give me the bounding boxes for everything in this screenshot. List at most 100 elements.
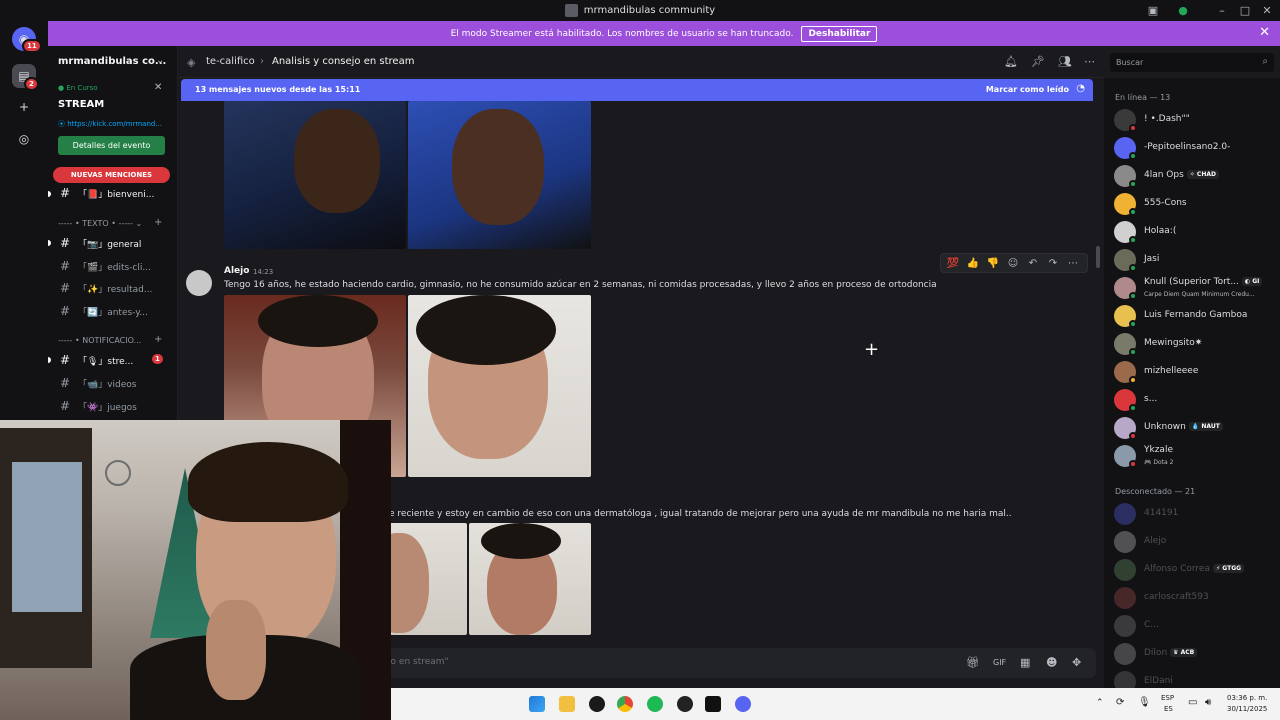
network-icon[interactable]: ▭ — [1188, 697, 1197, 708]
message-author[interactable]: Alejo — [224, 266, 249, 276]
new-mentions-pill[interactable]: NUEVAS MENCIONES — [53, 167, 170, 183]
clock-time[interactable]: 03:36 p. m. — [1227, 694, 1267, 702]
more-icon[interactable]: ⋯ — [1065, 258, 1081, 269]
member-item[interactable]: Jasi — [1114, 249, 1274, 273]
member-item[interactable]: Dilon ♛ ACB — [1114, 643, 1274, 667]
chrome-icon[interactable] — [617, 696, 633, 712]
member-item[interactable]: Ykzale 🎮 Dota 2 — [1114, 445, 1274, 469]
forward-icon[interactable]: ↷ — [1045, 258, 1061, 269]
inbox-icon[interactable]: ▣ — [1145, 3, 1161, 18]
chat-scrollbar[interactable] — [1096, 246, 1100, 268]
close-window-button[interactable]: ✕ — [1259, 3, 1275, 18]
member-item[interactable]: -Pepitoelinsano2.0- — [1114, 137, 1274, 161]
volume-icon[interactable]: 🔊︎ — [1205, 697, 1211, 708]
start-icon[interactable] — [529, 696, 545, 712]
mark-read-icon[interactable]: ◔ — [1076, 83, 1085, 94]
channel-resultados[interactable]: # 「✨」resultad... — [60, 279, 152, 297]
reaction-100[interactable]: 💯 — [945, 258, 961, 269]
disable-streamer-button[interactable]: Deshabilitar — [801, 25, 878, 42]
close-icon[interactable]: ✕ — [1259, 25, 1270, 40]
mark-as-read-button[interactable]: Marcar como leído — [986, 85, 1069, 94]
emoji-icon[interactable]: ☻ — [1046, 656, 1057, 669]
file-explorer-icon[interactable] — [559, 696, 575, 712]
reaction-thumbs-down[interactable]: 👎 — [985, 258, 1001, 269]
add-server-icon[interactable]: + — [12, 95, 36, 119]
attachment-image[interactable] — [389, 523, 467, 635]
member-item[interactable]: s... — [1114, 389, 1274, 413]
member-item[interactable]: 4lan Ops ✧ CHAD — [1114, 165, 1274, 189]
channel-edits[interactable]: # 「🎬」edits-cli... — [60, 257, 151, 275]
member-item[interactable]: ! •.Dash"" — [1114, 109, 1274, 133]
help-icon[interactable]: ● — [1175, 3, 1191, 18]
mention-badge: 1 — [152, 354, 163, 364]
add-channel-icon[interactable]: + — [154, 334, 162, 345]
attachment-image[interactable] — [408, 295, 591, 477]
close-event-icon[interactable]: ✕ — [154, 82, 162, 93]
member-item[interactable]: Holaa:( — [1114, 221, 1274, 245]
avatar — [1114, 531, 1136, 553]
app-icon-g[interactable] — [589, 696, 605, 712]
language-indicator[interactable]: ESP — [1161, 694, 1174, 702]
member-item[interactable]: Knull (Superior Tort... ◐ GI Carpe Diem Qu… — [1114, 277, 1274, 301]
search-input[interactable]: Buscar ⌕ — [1110, 53, 1274, 72]
member-item[interactable]: 414191 — [1114, 503, 1274, 527]
channel-videos[interactable]: # 「📹」videos — [60, 374, 136, 392]
spotify-icon[interactable] — [647, 696, 663, 712]
channel-bienvenida[interactable]: # 「📕」bienveni... — [60, 184, 154, 202]
channel-juegos[interactable]: # 「👾」juegos — [60, 397, 137, 415]
category-texto[interactable]: ----- • TEXTO • ----- ⌄ — [58, 219, 142, 228]
members-icon[interactable]: 👥︎ — [1058, 55, 1072, 68]
clock-date[interactable]: 30/11/2025 — [1227, 705, 1267, 713]
gif-icon[interactable]: GIF — [993, 658, 1006, 667]
attachment-image[interactable] — [224, 101, 406, 249]
refresh-icon[interactable]: ⟳ — [1116, 697, 1124, 708]
gift-icon[interactable]: 🎁︎ — [966, 656, 980, 669]
chevron-up-icon[interactable]: ⌃ — [1096, 698, 1104, 708]
message-actions-toolbar: 💯 👍 👎 ☺ ↶ ↷ ⋯ — [940, 253, 1088, 273]
reply-icon[interactable]: ↶ — [1025, 258, 1041, 269]
member-item[interactable]: C... — [1114, 615, 1274, 639]
event-link[interactable]: ⦿ https://kick.com/mrmand... — [58, 119, 168, 129]
member-item[interactable]: Mewingsito✷ — [1114, 333, 1274, 357]
member-item[interactable]: carloscraft593 — [1114, 587, 1274, 611]
member-item[interactable]: mizhelleeee — [1114, 361, 1274, 385]
streamer-banner-text: El modo Streamer está habilitado. Los no… — [450, 28, 794, 39]
member-item[interactable]: Alejo — [1114, 531, 1274, 555]
channel-general[interactable]: # 「📷」general — [60, 234, 141, 252]
channel-antes-y-despues[interactable]: # 「🔄」antes-y... — [60, 302, 148, 320]
reaction-thumbs-up[interactable]: 👍 — [965, 258, 981, 269]
chevron-down-icon[interactable]: ⌄ — [156, 55, 164, 66]
apps-icon[interactable]: ✥ — [1072, 656, 1081, 669]
message-input[interactable]: lejo en stream" 🎁︎ GIF ▦ ☻ ✥ — [336, 648, 1096, 678]
event-details-button[interactable]: Detalles del evento — [58, 136, 165, 155]
minimize-button[interactable]: – — [1214, 3, 1230, 18]
category-notificaciones[interactable]: ----- • NOTIFICACIO... — [58, 336, 141, 345]
more-options-icon[interactable]: ⋯ — [1084, 55, 1095, 68]
server-name[interactable]: mrmandibulas co... — [58, 56, 166, 67]
status-indicator — [1129, 208, 1137, 216]
explore-icon[interactable]: ◎ — [12, 127, 36, 151]
maximize-button[interactable]: □ — [1237, 3, 1253, 18]
attachment-image[interactable] — [469, 523, 591, 635]
message-text: Tengo 16 años, he estado haciendo cardio… — [224, 280, 937, 290]
app-icon-obs[interactable] — [677, 696, 693, 712]
add-channel-icon[interactable]: + — [154, 217, 162, 228]
pin-icon[interactable]: 📌︎ — [1031, 55, 1045, 68]
discord-taskbar-icon[interactable] — [735, 696, 751, 712]
channel-stream[interactable]: # 「🎙」stre... — [60, 351, 133, 369]
add-reaction-icon[interactable]: ☺ — [1005, 258, 1021, 269]
microphone-icon[interactable]: 🎙︎ — [1138, 697, 1151, 708]
bell-icon[interactable]: 🔔︎ — [1004, 55, 1018, 68]
member-item[interactable]: 555-Cons — [1114, 193, 1274, 217]
new-messages-bar[interactable]: 13 mensajes nuevos desde las 15:11 Marca… — [181, 79, 1093, 101]
attachment-image[interactable] — [408, 101, 591, 249]
member-item[interactable]: Luis Fernando Gamboa — [1114, 305, 1274, 329]
member-item[interactable]: Unknown 💧 NAUT — [1114, 417, 1274, 441]
app-icon-capcut[interactable] — [705, 696, 721, 712]
avatar[interactable] — [186, 270, 212, 296]
language-indicator-sub: ES — [1164, 705, 1173, 713]
sticker-icon[interactable]: ▦ — [1020, 656, 1030, 669]
member-item[interactable]: Alfonso Correa ⚡ GTGG — [1114, 559, 1274, 583]
unread-indicator — [48, 357, 51, 363]
parent-channel-link[interactable]: te-califico — [206, 56, 255, 67]
